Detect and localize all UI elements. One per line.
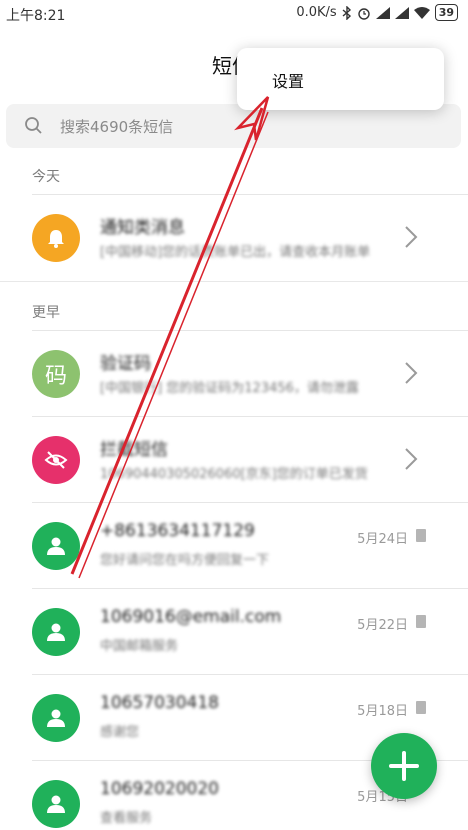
message-preview: 查看服务 [100, 811, 153, 826]
person-icon [47, 795, 65, 813]
contact-name: 拦截短信 [100, 440, 168, 460]
conversation-row[interactable]: 拦截短信 10690440305026060[京东]您的订单已发货 [0, 417, 468, 503]
avatar: 码 [32, 350, 80, 398]
avatar [32, 522, 80, 570]
avatar [32, 436, 80, 484]
bell-icon [48, 230, 64, 248]
new-message-button[interactable] [371, 733, 437, 799]
section-label-today: 今天 [32, 169, 60, 185]
contact-name: +8613634117129 [100, 521, 255, 541]
avatar [32, 780, 80, 828]
sim-card-icon [416, 615, 426, 628]
status-time: 上午8:21 [6, 8, 66, 24]
chevron-right-icon [405, 362, 418, 384]
plus-icon [389, 751, 419, 781]
sim-card-icon [416, 701, 426, 714]
contact-name: 10692020020 [100, 779, 219, 799]
avatar [32, 694, 80, 742]
person-icon [47, 623, 65, 641]
message-date: 5月24日 [357, 532, 408, 547]
message-date: 5月18日 [357, 704, 408, 719]
message-preview: [中国移动]您的话费账单已出，请查收本月账单信息 [100, 245, 370, 260]
message-date: 5月22日 [357, 618, 408, 633]
message-preview: 10690440305026060[京东]您的订单已发货 [100, 467, 368, 482]
search-placeholder: 搜索4690条短信 [60, 118, 174, 136]
chevron-right-icon [405, 226, 418, 248]
contact-name: 10657030418 [100, 693, 219, 713]
message-preview: 您好请问您在吗方便回复一下 [100, 553, 270, 568]
conversation-row[interactable]: +8613634117129 您好请问您在吗方便回复一下 5月24日 [0, 503, 468, 589]
network-speed: 0.0K/s [296, 5, 337, 20]
message-preview: [中国银行] 您的验证码为123456，请勿泄露 [100, 381, 359, 396]
eye-off-icon [44, 451, 68, 469]
search-icon [25, 117, 42, 134]
search-input[interactable]: 搜索4690条短信 [6, 104, 461, 148]
conversation-row[interactable]: 1069016@email.com 中国邮箱服务 5月22日 [0, 589, 468, 675]
signal-icon [375, 6, 390, 19]
wifi-icon [413, 6, 430, 19]
overflow-menu: 设置 [237, 48, 444, 110]
status-bar: 上午8:21 0.0K/s 39 [0, 0, 468, 28]
avatar [32, 214, 80, 262]
section-divider [0, 281, 468, 282]
contact-name: 通知类消息 [100, 218, 185, 238]
message-preview: 中国邮箱服务 [100, 639, 179, 654]
section-label-earlier: 更早 [32, 305, 60, 321]
sim-card-icon [416, 529, 426, 542]
avatar [32, 608, 80, 656]
person-icon [47, 709, 65, 727]
bluetooth-icon [342, 5, 351, 20]
message-preview: 感谢您 [100, 725, 140, 740]
alarm-icon [357, 7, 370, 20]
avatar-initial: 码 [44, 364, 67, 389]
status-icons: 0.0K/s 39 [296, 4, 458, 21]
contact-name: 验证码 [100, 354, 151, 374]
conversation-row[interactable]: 通知类消息 [中国移动]您的话费账单已出，请查收本月账单信息 [0, 195, 468, 281]
conversation-row[interactable]: 码 验证码 [中国银行] 您的验证码为123456，请勿泄露 [0, 331, 468, 417]
contact-name: 1069016@email.com [100, 607, 282, 627]
signal-icon [394, 6, 409, 19]
menu-item-settings[interactable]: 设置 [272, 68, 304, 92]
chevron-right-icon [405, 448, 418, 470]
battery-indicator: 39 [434, 4, 458, 21]
person-icon [47, 537, 65, 555]
